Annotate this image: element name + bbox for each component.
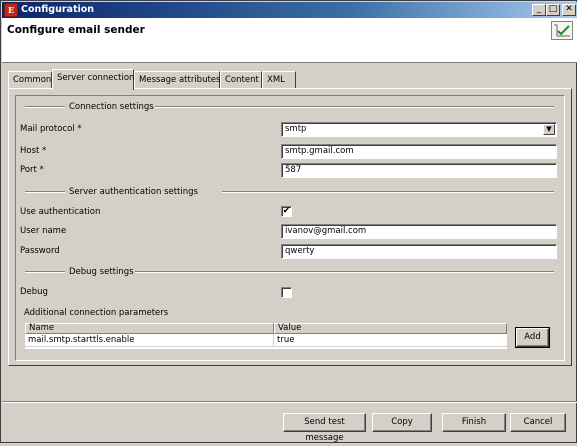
tab-common[interactable]: Common <box>8 71 52 89</box>
page-title: Configure email sender <box>7 24 145 36</box>
section-divider <box>25 191 65 193</box>
dialog-header: Configure email sender <box>2 18 577 63</box>
copy-button[interactable]: Copy <box>372 413 432 432</box>
section-divider <box>25 271 65 273</box>
configuration-window: E Configuration _ □ ✕ Configure email se… <box>0 0 577 443</box>
tab-content[interactable]: Content <box>220 71 262 89</box>
section-connection-settings: Connection settings <box>69 102 154 112</box>
params-table: Name Value mail.smtp.starttls.enable tru… <box>25 323 507 349</box>
section-divider <box>25 106 65 108</box>
close-button[interactable]: ✕ <box>562 4 576 16</box>
user-name-field[interactable]: ivanov@gmail.com <box>281 224 557 239</box>
additional-params-label: Additional connection parameters <box>24 308 169 318</box>
footer-divider <box>2 401 577 403</box>
column-header-value[interactable]: Value <box>274 323 507 334</box>
add-param-button[interactable]: Add <box>515 327 550 348</box>
section-auth-settings: Server authentication settings <box>69 187 198 197</box>
table-cell-name[interactable]: mail.smtp.starttls.enable <box>25 334 274 347</box>
minimize-button[interactable]: _ <box>532 4 546 16</box>
window-title: Configuration <box>21 4 95 15</box>
debug-checkbox[interactable] <box>281 287 292 298</box>
finish-button[interactable]: Finish <box>442 413 506 432</box>
use-authentication-checkbox[interactable]: ✔ <box>281 206 292 217</box>
host-field[interactable]: smtp.gmail.com <box>281 144 557 159</box>
send-test-message-button[interactable]: Send test message <box>283 413 366 443</box>
app-logo-icon: E <box>4 3 18 17</box>
tab-server-connection[interactable]: Server connection <box>52 69 134 90</box>
mail-protocol-value: smtp <box>285 124 307 134</box>
section-divider <box>155 106 554 108</box>
use-authentication-label: Use authentication <box>20 207 101 217</box>
host-label: Host * <box>20 146 47 156</box>
password-field[interactable]: qwerty <box>281 244 557 259</box>
cancel-button[interactable]: Cancel <box>510 413 566 432</box>
title-bar[interactable]: E Configuration _ □ ✕ <box>2 2 577 18</box>
checkmark-chart-icon <box>551 21 573 40</box>
port-field[interactable]: 587 <box>281 163 557 178</box>
password-label: Password <box>20 246 60 256</box>
maximize-button[interactable]: □ <box>546 4 560 16</box>
tab-xml[interactable]: XML <box>262 71 296 89</box>
port-label: Port * <box>20 165 44 175</box>
section-divider <box>222 191 554 193</box>
mail-protocol-label: Mail protocol * <box>20 124 82 134</box>
section-divider <box>135 271 554 273</box>
chevron-down-icon[interactable]: ▼ <box>543 124 555 135</box>
table-cell-value[interactable]: true <box>274 334 507 347</box>
debug-label: Debug <box>20 287 48 297</box>
section-debug-settings: Debug settings <box>69 267 134 277</box>
tab-message-attributes[interactable]: Message attributes <box>134 71 220 89</box>
user-name-label: User name <box>20 226 67 236</box>
mail-protocol-select[interactable]: smtp ▼ <box>281 122 557 137</box>
column-header-name[interactable]: Name <box>25 323 274 334</box>
